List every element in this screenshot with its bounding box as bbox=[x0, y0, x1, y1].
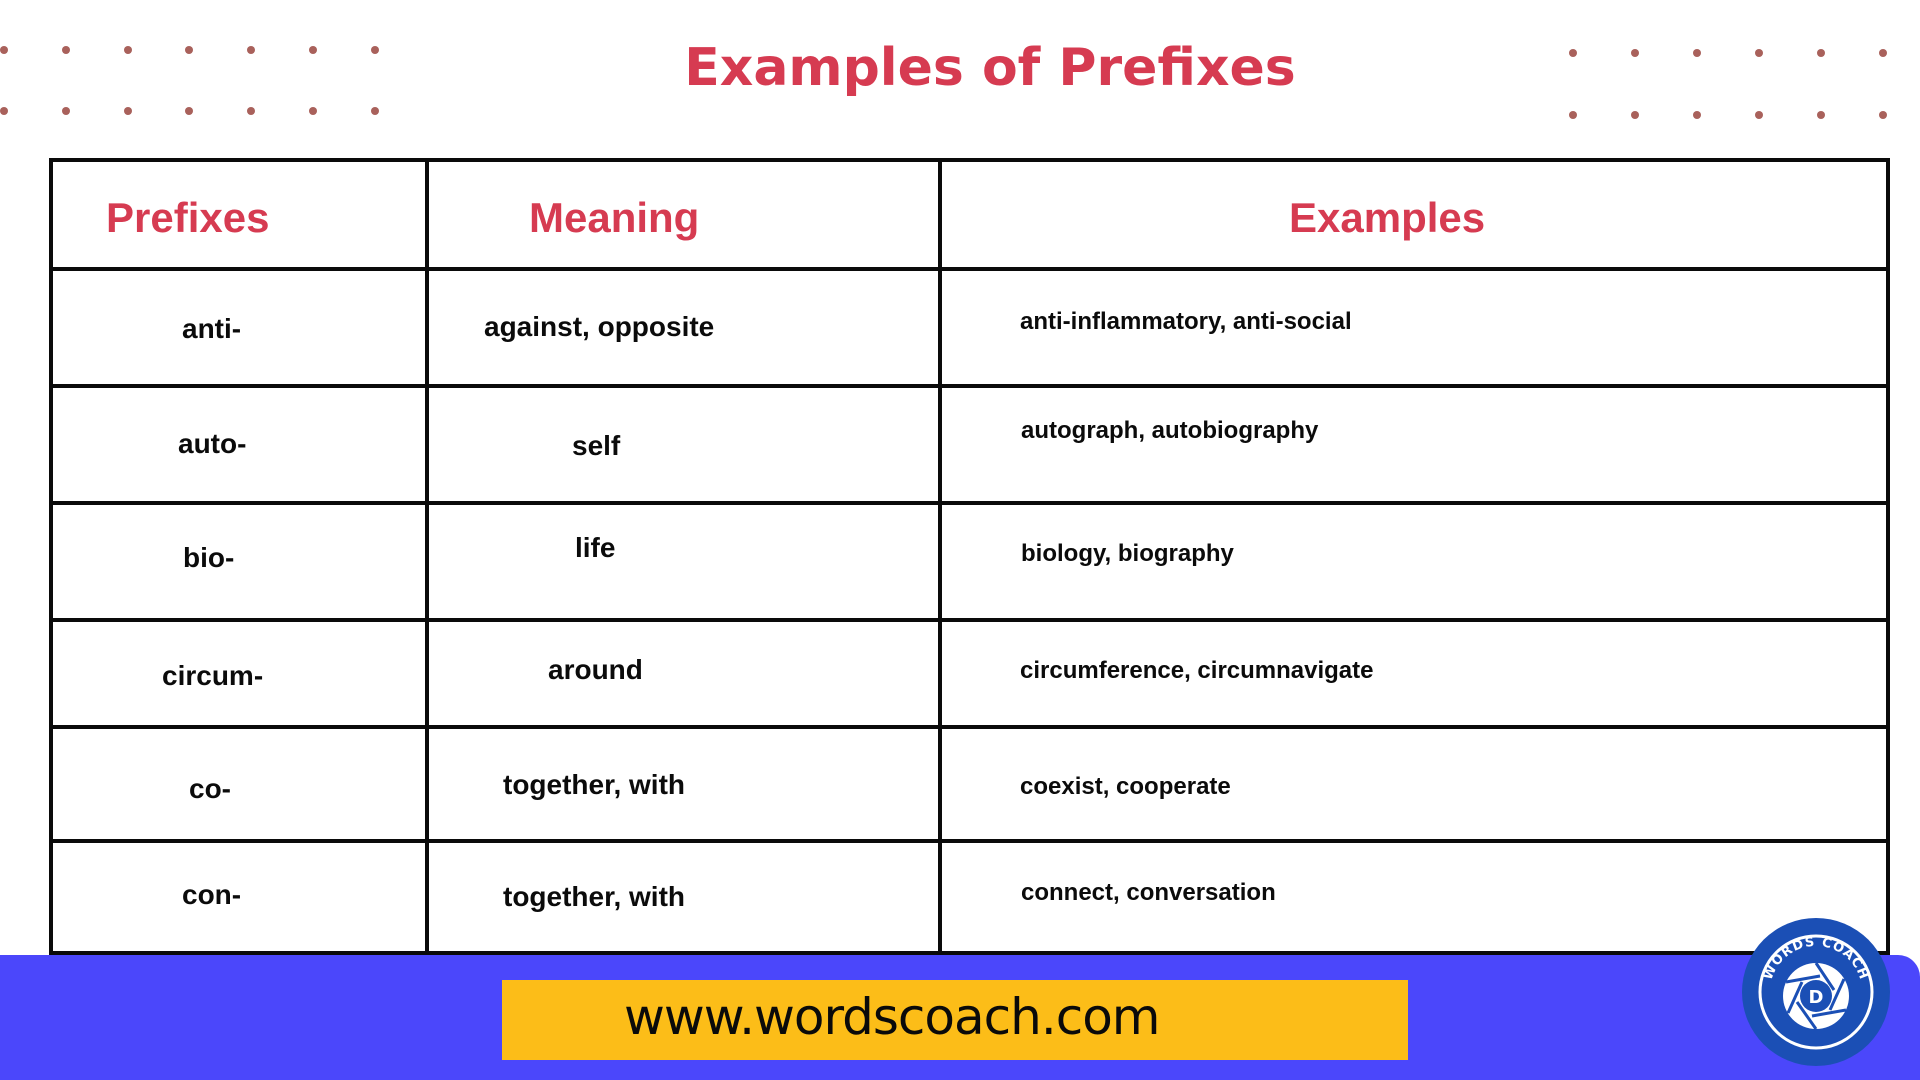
decorative-dot bbox=[1693, 111, 1701, 119]
header-examples: Examples bbox=[1289, 194, 1486, 241]
prefix-table: Prefixes Meaning Examples anti- against,… bbox=[49, 158, 1890, 955]
examples-cell: biology, biography bbox=[938, 501, 1890, 622]
decorative-dot bbox=[309, 107, 317, 115]
logo-letter: D bbox=[1809, 987, 1824, 1008]
examples-cell: coexist, cooperate bbox=[938, 725, 1890, 843]
examples-cell: circumference, circumnavigate bbox=[938, 618, 1890, 729]
meaning-text: together, with bbox=[503, 769, 685, 800]
table-row: anti- against, opposite anti-inflammator… bbox=[49, 267, 1890, 388]
header-prefixes: Prefixes bbox=[106, 194, 270, 241]
header-meaning: Meaning bbox=[529, 194, 700, 241]
decorative-dot bbox=[1879, 111, 1887, 119]
prefix-text: bio- bbox=[183, 542, 235, 573]
decorative-dot bbox=[1569, 111, 1577, 119]
website-url[interactable]: www.wordscoach.com bbox=[624, 988, 1161, 1046]
table-header-row: Prefixes Meaning Examples bbox=[49, 158, 1890, 271]
meaning-text: self bbox=[572, 430, 621, 461]
examples-text: connect, conversation bbox=[1021, 879, 1276, 906]
meaning-text: life bbox=[575, 532, 616, 563]
decorative-dot bbox=[124, 107, 132, 115]
prefix-text: co- bbox=[189, 773, 231, 804]
prefix-text: auto- bbox=[178, 428, 247, 459]
meaning-text: together, with bbox=[503, 881, 685, 912]
examples-text: circumference, circumnavigate bbox=[1020, 657, 1374, 684]
examples-text: anti-inflammatory, anti-social bbox=[1020, 308, 1352, 335]
meaning-cell: life bbox=[425, 501, 942, 622]
meaning-cell: self bbox=[425, 384, 942, 505]
prefix-cell: co- bbox=[49, 725, 429, 843]
header-cell-meaning: Meaning bbox=[425, 158, 942, 271]
decorative-dot bbox=[247, 107, 255, 115]
meaning-cell: together, with bbox=[425, 725, 942, 843]
prefix-text: con- bbox=[182, 879, 242, 910]
meaning-cell: against, opposite bbox=[425, 267, 942, 388]
prefix-cell: anti- bbox=[49, 267, 429, 388]
header-cell-prefixes: Prefixes bbox=[49, 158, 429, 271]
examples-cell: autograph, autobiography bbox=[938, 384, 1890, 505]
prefix-text: anti- bbox=[182, 313, 242, 344]
camera-aperture-icon: D bbox=[1783, 962, 1849, 1030]
table-row: bio- life biology, biography bbox=[49, 501, 1890, 622]
meaning-cell: around bbox=[425, 618, 942, 729]
prefix-cell: auto- bbox=[49, 384, 429, 505]
decorative-dot bbox=[1755, 111, 1763, 119]
decorative-dot bbox=[1817, 111, 1825, 119]
website-url-banner[interactable]: www.wordscoach.com bbox=[502, 980, 1408, 1060]
examples-text: biology, biography bbox=[1021, 540, 1234, 567]
examples-cell: anti-inflammatory, anti-social bbox=[938, 267, 1890, 388]
prefix-cell: con- bbox=[49, 839, 429, 955]
table-row: con- together, with connect, conversatio… bbox=[49, 839, 1890, 955]
examples-text: coexist, cooperate bbox=[1020, 773, 1231, 800]
decorative-dot bbox=[185, 107, 193, 115]
meaning-text: around bbox=[548, 654, 643, 685]
prefix-cell: circum- bbox=[49, 618, 429, 729]
table-row: circum- around circumference, circumnavi… bbox=[49, 618, 1890, 729]
decorative-dot bbox=[371, 107, 379, 115]
decorative-dot bbox=[1631, 111, 1639, 119]
words-coach-logo: WORDS COACH D bbox=[1742, 918, 1890, 1066]
table-row: co- together, with coexist, cooperate bbox=[49, 725, 1890, 843]
table-row: auto- self autograph, autobiography bbox=[49, 384, 1890, 505]
page-title: Examples of Prefixes bbox=[684, 38, 1296, 98]
meaning-text: against, opposite bbox=[484, 311, 715, 342]
decorative-dot bbox=[0, 107, 8, 115]
prefix-text: circum- bbox=[162, 660, 264, 691]
prefix-cell: bio- bbox=[49, 501, 429, 622]
header-cell-examples: Examples bbox=[938, 158, 1890, 271]
meaning-cell: together, with bbox=[425, 839, 942, 955]
examples-text: autograph, autobiography bbox=[1021, 417, 1319, 444]
decorative-dot bbox=[62, 107, 70, 115]
